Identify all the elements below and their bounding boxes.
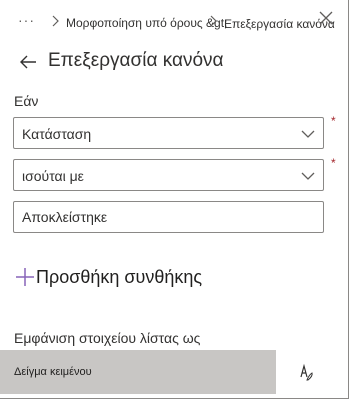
field-dropdown-value: Κατάσταση <box>22 126 92 142</box>
condition-section-label: Εάν <box>14 93 39 109</box>
chevron-right-icon <box>210 15 217 27</box>
format-preview[interactable]: Δείγμα κειμένου <box>0 350 276 394</box>
required-indicator: * <box>331 114 336 128</box>
compare-value-input[interactable] <box>13 201 324 233</box>
breadcrumb-item-conditional-formatting[interactable]: Μορφοποίηση υπό όρους &gt; <box>66 16 227 30</box>
field-dropdown[interactable]: Κατάσταση <box>13 117 324 149</box>
back-arrow-icon[interactable] <box>18 52 38 72</box>
close-icon[interactable] <box>316 8 336 28</box>
format-brush-icon[interactable] <box>296 362 316 382</box>
breadcrumb-overflow-button[interactable]: ··· <box>18 13 35 27</box>
required-indicator: * <box>331 156 336 170</box>
page-title: Επεξεργασία κανόνα <box>48 50 224 71</box>
add-condition-label: Προσθήκη συνθήκης <box>36 267 203 287</box>
breadcrumb: ··· Μορφοποίηση υπό όρους &gt; Επεξεργασ… <box>18 10 338 38</box>
chevron-down-icon <box>301 172 315 180</box>
operator-dropdown[interactable]: ισούται με <box>13 159 324 191</box>
preview-sample-text: Δείγμα κειμένου <box>14 366 92 378</box>
chevron-down-icon <box>301 130 315 138</box>
chevron-right-icon <box>52 15 59 27</box>
edit-rule-panel: ··· Μορφοποίηση υπό όρους &gt; Επεξεργασ… <box>0 0 349 399</box>
display-as-label: Εμφάνιση στοιχείου λίστας ως <box>14 330 201 346</box>
plus-icon <box>16 268 34 286</box>
operator-dropdown-value: ισούται με <box>22 168 84 184</box>
